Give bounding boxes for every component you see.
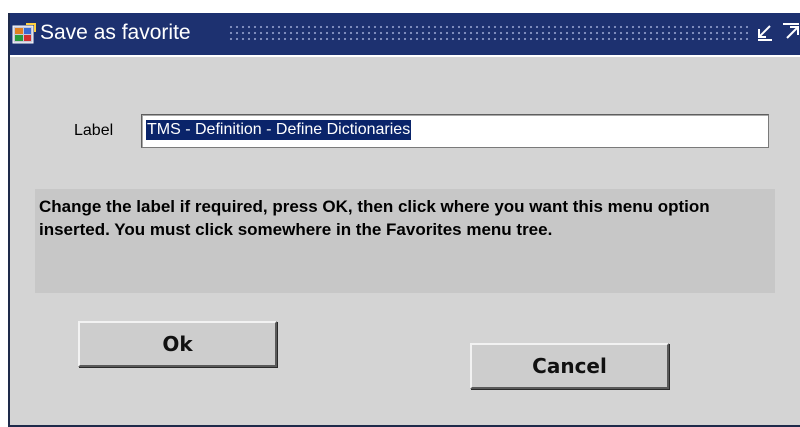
- title-bar[interactable]: Save as favorite: [10, 13, 800, 55]
- hint-panel: Change the label if required, press OK, …: [35, 189, 775, 293]
- minimize-icon[interactable]: [754, 21, 776, 43]
- dialog-body: Label TMS - Definition - Define Dictiona…: [10, 55, 800, 425]
- window-title: Save as favorite: [40, 21, 191, 44]
- title-bar-grip: [228, 24, 748, 42]
- maximize-icon[interactable]: [780, 21, 800, 43]
- ok-button[interactable]: Ok: [78, 321, 277, 367]
- cancel-button[interactable]: Cancel: [470, 343, 669, 389]
- label-field-value[interactable]: TMS - Definition - Define Dictionaries: [146, 120, 412, 140]
- save-as-favorite-dialog: Save as favorite Label TMS - Definition …: [8, 13, 800, 427]
- label-field[interactable]: TMS - Definition - Define Dictionaries: [141, 114, 769, 148]
- app-icon: [12, 23, 36, 45]
- label-caption: Label: [74, 122, 114, 139]
- hint-text: Change the label if required, press OK, …: [39, 197, 710, 239]
